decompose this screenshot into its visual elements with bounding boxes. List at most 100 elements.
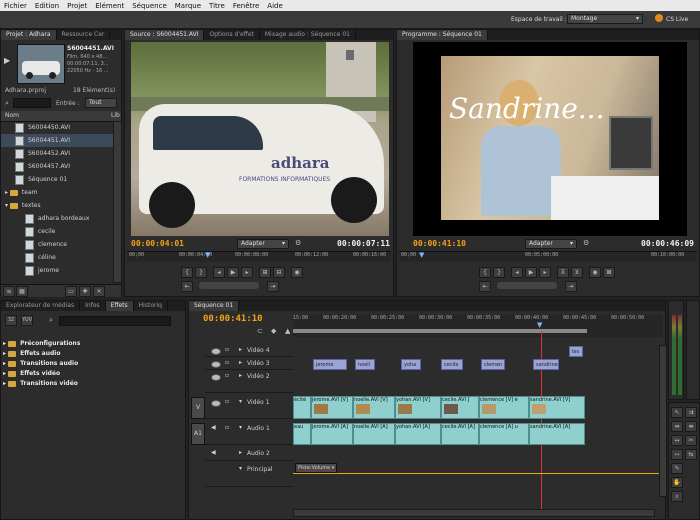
program-ruler[interactable]: 00;00 00:05:00:00 00:10:00:00 ▼ bbox=[399, 251, 697, 262]
eye-icon[interactable] bbox=[211, 348, 221, 355]
lock-icon[interactable]: ▫ bbox=[225, 398, 229, 405]
icon-view-icon[interactable]: ▦ bbox=[16, 286, 28, 297]
step-back-icon[interactable]: ◂ bbox=[213, 267, 225, 278]
speaker-icon[interactable]: ◀ bbox=[211, 449, 216, 456]
mark-in-icon[interactable]: { bbox=[181, 267, 193, 278]
clip-title-v3[interactable]: yoha bbox=[401, 359, 421, 370]
list-item[interactable]: clemence bbox=[1, 238, 113, 251]
mark-out-icon[interactable]: } bbox=[195, 267, 207, 278]
menu-aide[interactable]: Aide bbox=[263, 2, 286, 10]
mark-in-icon[interactable]: { bbox=[479, 267, 491, 278]
expand-icon[interactable]: ▸ bbox=[239, 372, 242, 379]
mark-out-icon[interactable]: } bbox=[493, 267, 505, 278]
clip-title-v3[interactable]: clemen bbox=[481, 359, 505, 370]
search-input[interactable] bbox=[13, 98, 51, 108]
export-frame-icon[interactable]: ◉ bbox=[589, 267, 601, 278]
program-fit-select[interactable]: Adapter ▾ bbox=[525, 239, 577, 249]
program-timecode[interactable]: 00:00:41:10 bbox=[413, 239, 466, 248]
list-item[interactable]: céline bbox=[1, 251, 113, 264]
clip-title-v4[interactable]: les bbox=[569, 346, 583, 357]
video-target-toggle[interactable]: V bbox=[191, 397, 205, 419]
wrench-icon[interactable]: ⚙ bbox=[583, 239, 589, 247]
timeline-scrollbar[interactable] bbox=[659, 345, 667, 497]
play-icon[interactable]: ▶ bbox=[227, 267, 239, 278]
clip-video[interactable]: yohan.AVI [V] bbox=[395, 396, 441, 419]
volume-dropdown[interactable]: Piste:Volume ▾ bbox=[295, 463, 338, 473]
menu-fichier[interactable]: Fichier bbox=[0, 2, 31, 10]
effects-search-input[interactable] bbox=[59, 316, 171, 326]
entree-select[interactable]: Tout bbox=[85, 98, 117, 108]
column-name[interactable]: Nom bbox=[5, 112, 19, 119]
cs-live-button[interactable]: CS Live bbox=[666, 16, 688, 23]
hand-tool-icon[interactable]: ✋ bbox=[671, 477, 683, 488]
menu-sequence[interactable]: Séquence bbox=[128, 2, 171, 10]
eye-icon[interactable] bbox=[211, 374, 221, 381]
search-icon[interactable]: ⌕ bbox=[5, 99, 9, 108]
snap-icon[interactable]: ⊂ bbox=[257, 327, 263, 335]
step-forward-icon[interactable]: ▸ bbox=[539, 267, 551, 278]
eye-icon[interactable] bbox=[211, 400, 221, 407]
tab-history[interactable]: Historiq bbox=[134, 301, 168, 311]
clip-audio[interactable]: sandrine.AVI [A] bbox=[529, 423, 585, 445]
trim-icon[interactable]: ⊠ bbox=[603, 267, 615, 278]
menu-projet[interactable]: Projet bbox=[63, 2, 91, 10]
yuv-icon[interactable]: YUV bbox=[21, 315, 33, 326]
clip-title-v3[interactable]: sandrine bbox=[533, 359, 559, 370]
clip-audio[interactable]: clemence [A] u bbox=[479, 423, 529, 445]
folder-icon[interactable]: ▭ bbox=[65, 286, 77, 297]
effects-category[interactable]: ▸ Effets audio bbox=[3, 349, 183, 359]
menu-titre[interactable]: Titre bbox=[205, 2, 229, 10]
timeline-ruler[interactable]: 15:00 00:00:20:00 00:00:25:00 00:00:30:0… bbox=[293, 315, 663, 337]
clip-audio[interactable]: eau bbox=[293, 423, 311, 445]
razor-tool-icon[interactable]: ✂ bbox=[685, 435, 697, 446]
playhead-icon[interactable]: ▼ bbox=[205, 251, 210, 259]
effects-category[interactable]: ▸ Transitions vidéo bbox=[3, 379, 183, 389]
tab-media-browser[interactable]: Explorateur de médias bbox=[1, 301, 81, 311]
list-item[interactable]: S6004452.AVI bbox=[1, 147, 113, 160]
eye-icon[interactable] bbox=[211, 361, 221, 368]
speaker-icon[interactable]: ◀ bbox=[211, 424, 216, 431]
clip-audio[interactable]: noelle.AVI [A] bbox=[353, 423, 395, 445]
list-item[interactable]: S6004450.AVI bbox=[1, 121, 113, 134]
expand-icon[interactable]: ▸ bbox=[239, 449, 242, 456]
step-back-icon[interactable]: ◂ bbox=[511, 267, 523, 278]
delete-icon[interactable]: ✕ bbox=[93, 286, 105, 297]
goto-out-icon[interactable]: ⇥ bbox=[565, 281, 577, 292]
tab-effect-options[interactable]: Options d'effet bbox=[204, 30, 260, 40]
list-item[interactable]: ▾ textes bbox=[1, 199, 113, 212]
tab-info[interactable]: Infos bbox=[80, 301, 106, 311]
goto-in-icon[interactable]: ⇤ bbox=[181, 281, 193, 292]
rate-stretch-tool-icon[interactable]: ↔ bbox=[671, 435, 683, 446]
collapse-icon[interactable]: ▾ bbox=[239, 424, 242, 431]
clip-video[interactable]: noelle.AVI [V] bbox=[353, 396, 395, 419]
expand-icon[interactable]: ▸ bbox=[239, 359, 242, 366]
menu-marque[interactable]: Marque bbox=[171, 2, 205, 10]
source-ruler[interactable]: 00;00 00:00:04:00 00:00:08:00 00:00:12:0… bbox=[127, 251, 391, 262]
insert-icon[interactable]: ⊞ bbox=[259, 267, 271, 278]
tab-resource[interactable]: Ressource Cer bbox=[57, 30, 111, 40]
lift-icon[interactable]: ⊼ bbox=[557, 267, 569, 278]
shuttle-slider[interactable] bbox=[199, 282, 259, 289]
playhead-icon[interactable]: ▼ bbox=[419, 251, 424, 259]
tab-project[interactable]: Projet : Adhara bbox=[1, 30, 57, 40]
effects-category[interactable]: ▸ Effets vidéo bbox=[3, 369, 183, 379]
clip-audio[interactable]: cecile.AVI [A] bbox=[441, 423, 479, 445]
clip-title-v3[interactable]: jerome bbox=[313, 359, 347, 370]
slip-tool-icon[interactable]: ⇿ bbox=[671, 449, 683, 460]
goto-in-icon[interactable]: ⇤ bbox=[479, 281, 491, 292]
clip-video[interactable]: clemence [V] é bbox=[479, 396, 529, 419]
source-fit-select[interactable]: Adapter ▾ bbox=[237, 239, 289, 249]
effects-category[interactable]: ▸ Transitions audio bbox=[3, 359, 183, 369]
keyframe-icon[interactable]: ▲ bbox=[285, 327, 290, 335]
expand-icon[interactable]: ▸ bbox=[239, 346, 242, 353]
list-item[interactable]: cecile bbox=[1, 225, 113, 238]
collapse-icon[interactable]: ▾ bbox=[239, 465, 242, 472]
clip-audio[interactable]: yohan.AVI [A] bbox=[395, 423, 441, 445]
accelerated-icon[interactable]: 32 bbox=[5, 315, 17, 326]
clip-video[interactable]: cecile.AVI [ bbox=[441, 396, 479, 419]
list-item[interactable]: jerome bbox=[1, 264, 113, 277]
collapse-icon[interactable]: ▾ bbox=[239, 398, 242, 405]
menu-edition[interactable]: Edition bbox=[31, 2, 63, 10]
clip-video[interactable]: sandrine.AVI [V] bbox=[529, 396, 585, 419]
extract-icon[interactable]: ⊻ bbox=[571, 267, 583, 278]
